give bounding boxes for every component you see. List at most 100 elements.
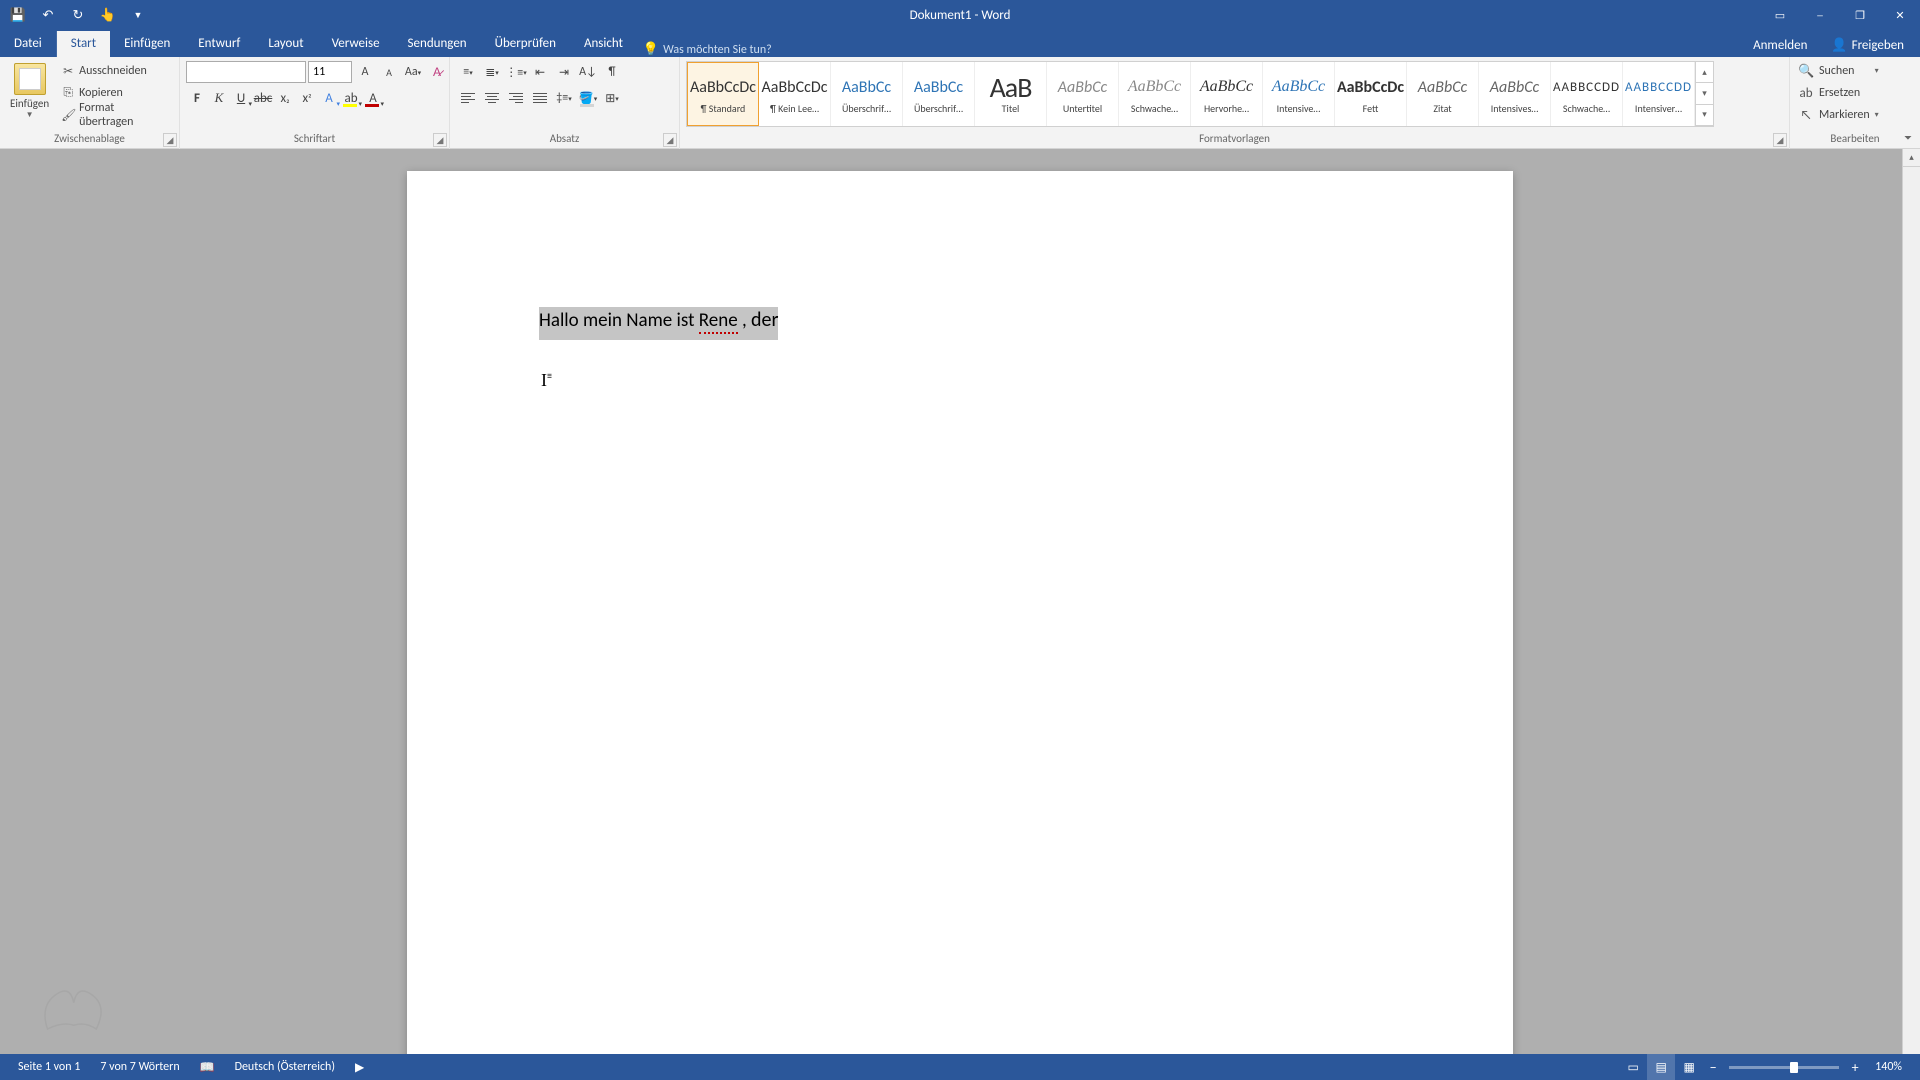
read-mode-button[interactable]: ▭ (1619, 1054, 1647, 1080)
tab-einfuegen[interactable]: Einfügen (110, 31, 184, 57)
undo-icon[interactable]: ↶ (36, 3, 60, 27)
macro-status[interactable]: ▶ (345, 1054, 374, 1080)
paste-button[interactable]: Einfügen ▼ (6, 61, 53, 122)
style-item[interactable]: AaBbCcIntensives… (1479, 62, 1551, 126)
selected-text[interactable]: Hallo mein Name ist Rene , der (539, 307, 778, 340)
close-icon[interactable]: ✕ (1880, 0, 1920, 30)
style-item[interactable]: AaBbCcIntensive… (1263, 62, 1335, 126)
spelling-error[interactable]: Rene (699, 309, 738, 334)
italic-button[interactable]: K (208, 87, 230, 109)
format-painter-button[interactable]: 🖌 Format übertragen (57, 105, 173, 125)
shading-button[interactable]: 🪣▾ (576, 87, 600, 109)
style-item[interactable]: AaBbCcHervorhe… (1191, 62, 1263, 126)
zoom-out-button[interactable]: − (1703, 1059, 1723, 1076)
clipboard-launcher[interactable]: ◢ (163, 133, 177, 147)
word-count-status[interactable]: 7 von 7 Wörtern (90, 1054, 189, 1080)
share-button[interactable]: 👤 Freigeben (1821, 34, 1914, 57)
font-name-combo[interactable] (186, 61, 306, 83)
touch-mode-icon[interactable]: 👆 (96, 3, 120, 27)
collapse-ribbon-button[interactable]: ⏷ (1900, 129, 1916, 146)
show-marks-button[interactable]: ¶ (600, 61, 624, 83)
styles-launcher[interactable]: ◢ (1773, 133, 1787, 147)
clear-formatting-button[interactable]: A̷ (426, 61, 448, 83)
scroll-up-button[interactable]: ▴ (1903, 149, 1920, 167)
bullets-button[interactable]: ≡▾ (456, 61, 480, 83)
styles-gallery[interactable]: AaBbCcDc¶ StandardAaBbCcDc¶ Kein Lee…AaB… (686, 61, 1714, 127)
shrink-font-button[interactable]: A (378, 61, 400, 83)
style-item[interactable]: AaBbCcÜberschrif… (831, 62, 903, 126)
superscript-button[interactable]: x² (296, 87, 318, 109)
style-item[interactable]: AABBCCDDSchwache… (1551, 62, 1623, 126)
gallery-more-button[interactable]: ▾ (1696, 105, 1713, 126)
paragraph-launcher[interactable]: ◢ (663, 133, 677, 147)
gallery-up-button[interactable]: ▴ (1696, 62, 1713, 83)
proofing-status[interactable]: 📖 (190, 1054, 225, 1080)
tab-layout[interactable]: Layout (254, 31, 317, 57)
font-size-combo[interactable] (308, 61, 352, 83)
align-right-button[interactable] (504, 87, 528, 109)
zoom-slider[interactable] (1729, 1066, 1839, 1069)
redo-icon[interactable]: ↻ (66, 3, 90, 27)
signin-link[interactable]: Anmelden (1743, 34, 1817, 57)
style-item[interactable]: AaBbCcÜberschrif… (903, 62, 975, 126)
document-body[interactable]: Hallo mein Name ist Rene , der (539, 307, 1381, 334)
ribbon-display-options-icon[interactable]: ▭ (1760, 0, 1800, 30)
tab-entwurf[interactable]: Entwurf (184, 31, 254, 57)
style-item[interactable]: AaBbCcDcFett (1335, 62, 1407, 126)
text-effects-button[interactable]: A▾ (318, 87, 340, 109)
style-item[interactable]: AaBbCcDc¶ Standard (687, 62, 759, 126)
save-icon[interactable]: 💾 (6, 3, 30, 27)
web-layout-button[interactable]: ▦ (1675, 1054, 1703, 1080)
align-center-button[interactable] (480, 87, 504, 109)
maximize-icon[interactable]: ❐ (1840, 0, 1880, 30)
select-button[interactable]: ↖ Markieren ▾ (1796, 105, 1885, 125)
find-button[interactable]: 🔍 Suchen ▾ (1796, 61, 1885, 81)
tab-ueberpruefen[interactable]: Überprüfen (481, 31, 570, 57)
gallery-down-button[interactable]: ▾ (1696, 83, 1713, 104)
cut-button[interactable]: ✂ Ausschneiden (57, 61, 173, 81)
bold-button[interactable]: F (186, 87, 208, 109)
tab-sendungen[interactable]: Sendungen (394, 31, 481, 57)
borders-button[interactable]: ⊞▾ (600, 87, 624, 109)
style-item[interactable]: AaBbCcSchwache… (1119, 62, 1191, 126)
underline-button[interactable]: U▾ (230, 87, 252, 109)
style-item[interactable]: AaBbCcDc¶ Kein Lee… (759, 62, 831, 126)
zoom-in-button[interactable]: + (1845, 1059, 1865, 1076)
tab-start[interactable]: Start (57, 31, 110, 57)
copy-button[interactable]: ⎘ Kopieren (57, 83, 173, 103)
replace-button[interactable]: ab Ersetzen (1796, 83, 1885, 103)
justify-button[interactable] (528, 87, 552, 109)
sort-button[interactable]: A↓ (576, 61, 600, 83)
style-item[interactable]: AaBTitel (975, 62, 1047, 126)
tab-ansicht[interactable]: Ansicht (570, 31, 637, 57)
font-launcher[interactable]: ◢ (433, 133, 447, 147)
page-number-status[interactable]: Seite 1 von 1 (8, 1054, 90, 1080)
increase-indent-button[interactable]: ⇥ (552, 61, 576, 83)
style-item[interactable]: AaBbCcZitat (1407, 62, 1479, 126)
subscript-button[interactable]: x₂ (274, 87, 296, 109)
vertical-scrollbar[interactable]: ▴ (1902, 149, 1920, 1054)
highlight-button[interactable]: ab▾ (340, 87, 362, 109)
font-color-button[interactable]: A▾ (362, 87, 384, 109)
language-status[interactable]: Deutsch (Österreich) (225, 1054, 345, 1080)
zoom-level[interactable]: 140% (1865, 1054, 1912, 1080)
tab-verweise[interactable]: Verweise (318, 31, 394, 57)
page[interactable]: Hallo mein Name ist Rene , der I≡ (407, 171, 1513, 1054)
strikethrough-button[interactable]: abc (252, 87, 274, 109)
file-tab[interactable]: Datei (0, 31, 57, 57)
align-left-button[interactable] (456, 87, 480, 109)
tell-me-search[interactable]: 💡 Was möchten Sie tun? (643, 42, 772, 57)
zoom-thumb[interactable] (1790, 1062, 1798, 1073)
change-case-button[interactable]: Aa▾ (402, 61, 424, 83)
style-item[interactable]: AABBCCDDIntensiver… (1623, 62, 1695, 126)
minimize-icon[interactable]: ─ (1800, 0, 1840, 30)
line-spacing-button[interactable]: ‡≡▾ (552, 87, 576, 109)
document-scroll-area[interactable]: Hallo mein Name ist Rene , der I≡ ▴ (0, 149, 1920, 1054)
multilevel-list-button[interactable]: ⋮≡▾ (504, 61, 528, 83)
grow-font-button[interactable]: A (354, 61, 376, 83)
style-item[interactable]: AaBbCcUntertitel (1047, 62, 1119, 126)
print-layout-button[interactable]: ▤ (1647, 1054, 1675, 1080)
decrease-indent-button[interactable]: ⇤ (528, 61, 552, 83)
numbering-button[interactable]: ≣▾ (480, 61, 504, 83)
qat-customize-icon[interactable]: ▼ (126, 3, 150, 27)
